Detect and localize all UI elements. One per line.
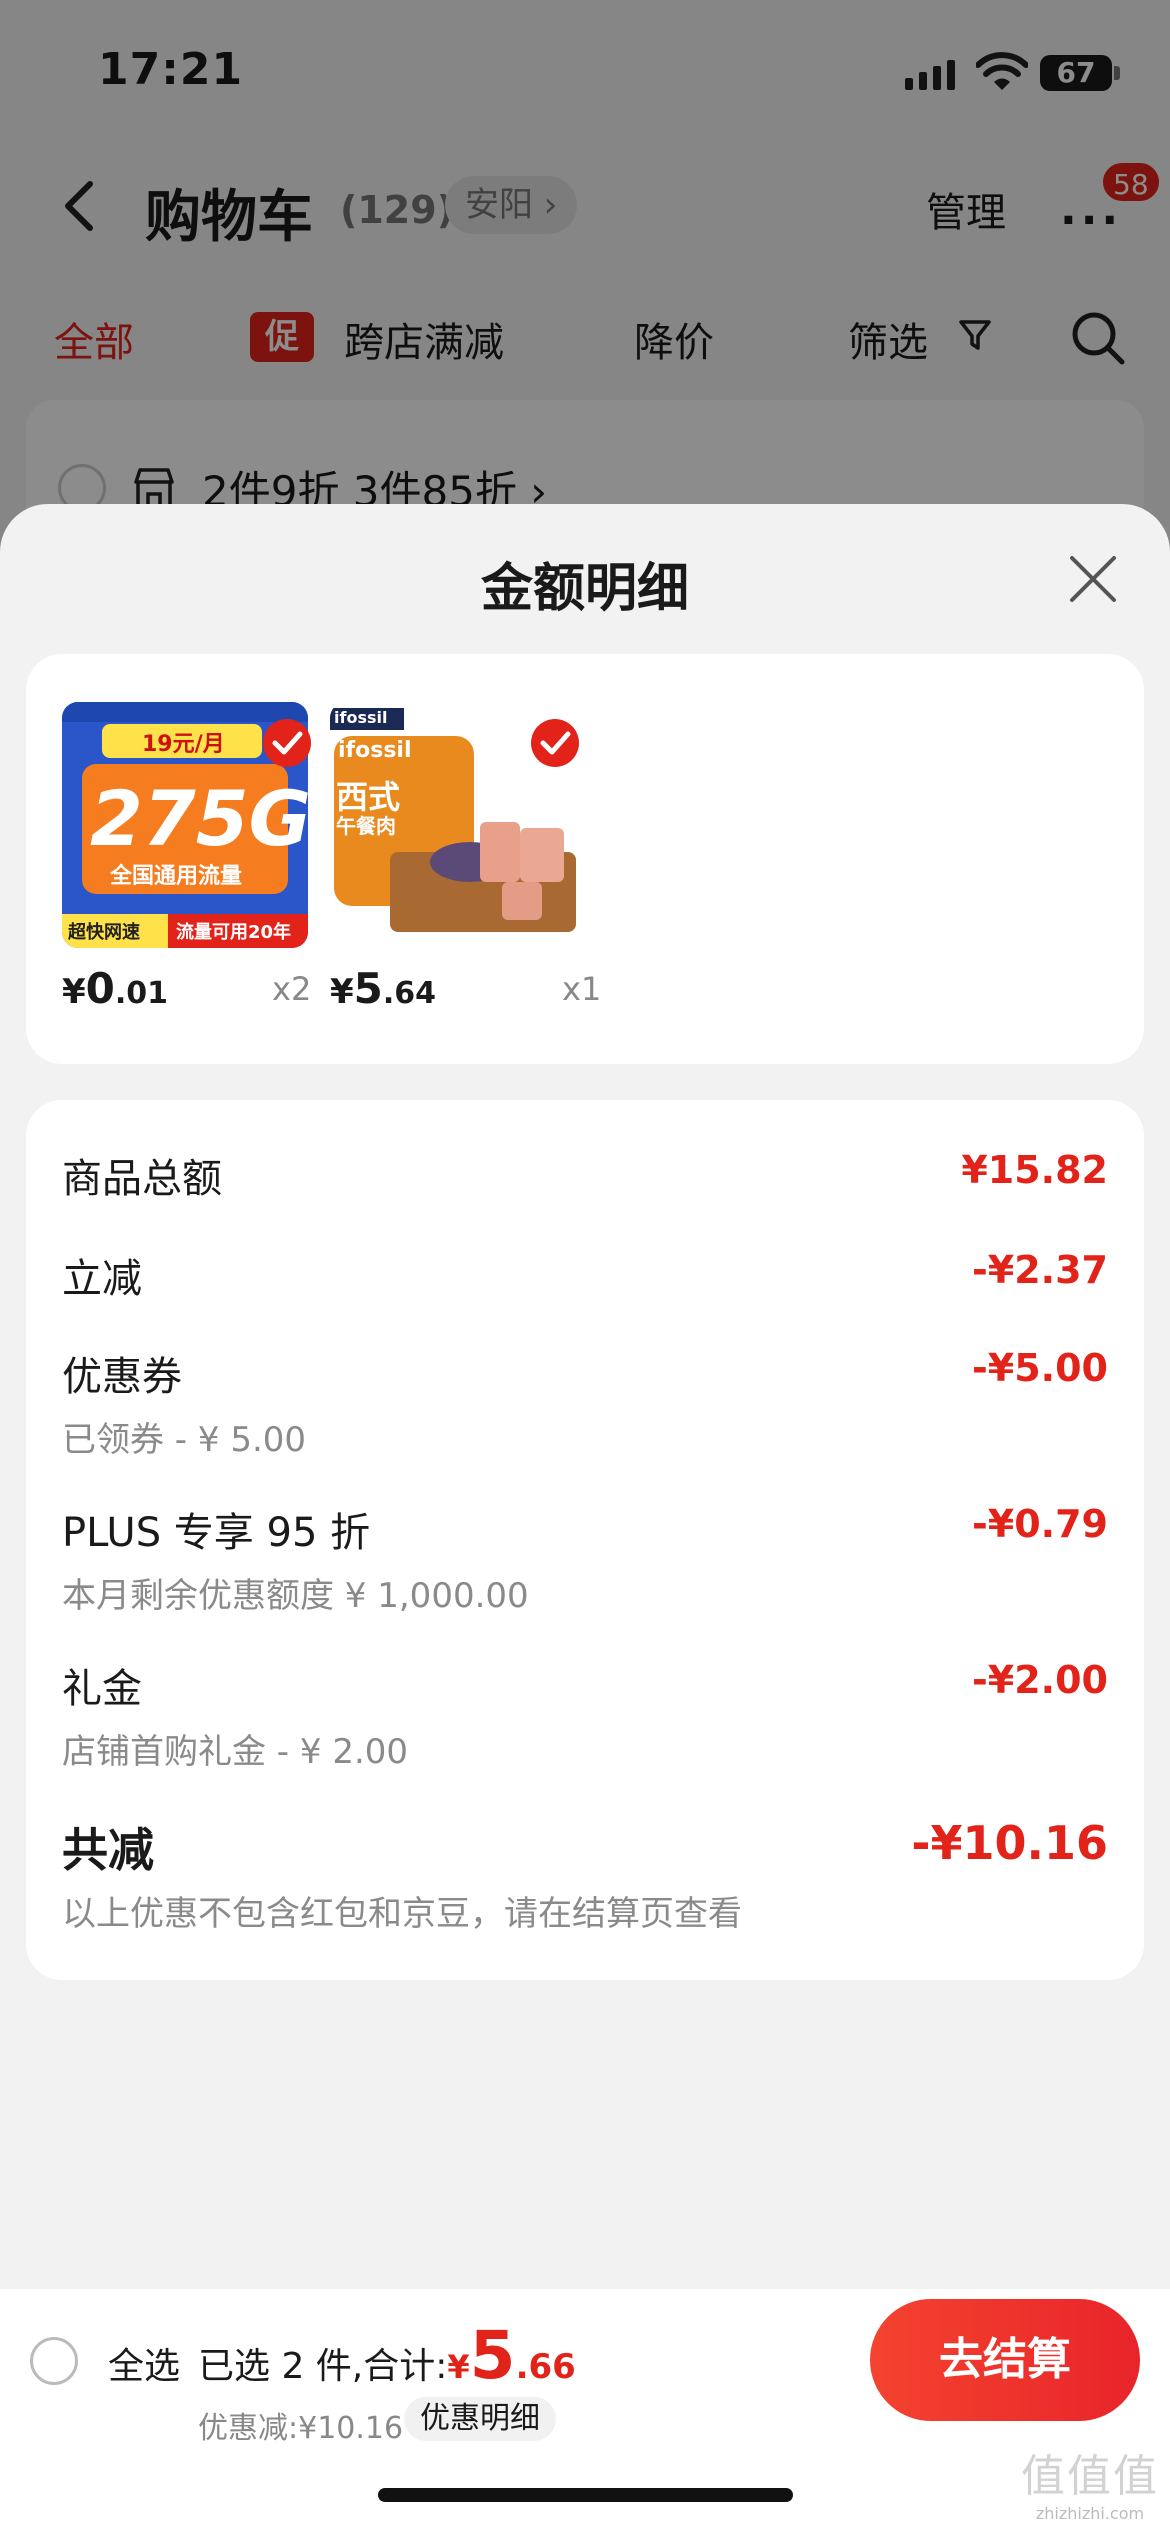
row-value-instant-discount: -¥2.37	[972, 1248, 1108, 1292]
total-decimal: .66	[515, 2347, 576, 2387]
sim-sub-text: 全国通用流量	[110, 864, 243, 889]
checkout-button[interactable]: 去结算	[870, 2299, 1140, 2421]
sim-price-band: 19元/月	[142, 732, 225, 757]
row-label-total-reduction: 共减	[62, 1823, 154, 1877]
brand-logo: ifossil	[334, 708, 388, 727]
row-label-subtotal: 商品总额	[62, 1156, 222, 1202]
product-price: ¥0.01	[62, 964, 169, 1013]
close-icon[interactable]	[1068, 554, 1118, 604]
select-all-label[interactable]: 全选	[108, 2337, 180, 2389]
total-integer: 5	[469, 2317, 516, 2394]
row-value-subtotal: ¥15.82	[961, 1148, 1108, 1192]
sheet-title: 金额明细	[480, 559, 689, 619]
row-label-gift: 礼金	[62, 1666, 142, 1712]
total-currency: ¥	[447, 2348, 470, 2386]
row-sub-total-note: 以上优惠不包含红包和京豆，请在结算页查看	[62, 1894, 742, 1934]
sim-left-tag: 超快网速	[68, 922, 140, 943]
amount-detail-card: 商品总额 ¥15.82 立减 -¥2.37 优惠券 -¥5.00 已领券 - ¥…	[26, 1100, 1144, 1980]
discount-detail-button[interactable]: 优惠明细	[404, 2397, 556, 2441]
row-label-plus: PLUS 专享 95 折	[62, 1510, 371, 1556]
checked-icon[interactable]	[530, 718, 580, 768]
discount-amount: 优惠减:¥10.16	[198, 2411, 404, 2446]
watermark: 值值值 zhizhizhi.com	[1021, 2451, 1159, 2523]
cart-total-summary: 已选 2 件,合计:¥5.66	[198, 2317, 576, 2394]
summary-prefix: 已选 2 件,合计:	[198, 2346, 448, 2387]
products-card: 19元/月 275G 全国通用流量 超快网速 流量可用20年 ¥0.01 x2	[26, 654, 1144, 1064]
row-value-coupon: -¥5.00	[972, 1346, 1108, 1390]
row-sub-gift: 店铺首购礼金 - ¥ 2.00	[62, 1732, 409, 1772]
can-label-2: 午餐肉	[336, 814, 396, 838]
home-indicator	[378, 2488, 793, 2502]
row-sub-coupon: 已领券 - ¥ 5.00	[62, 1420, 307, 1460]
row-label-instant-discount: 立减	[62, 1256, 142, 1302]
row-value-total-reduction: -¥10.16	[911, 1816, 1108, 1870]
checked-icon[interactable]	[262, 718, 312, 768]
sim-data-amount: 275G	[90, 774, 308, 863]
row-label-coupon: 优惠券	[62, 1354, 182, 1400]
product-price: ¥5.64	[330, 964, 437, 1013]
select-all-radio[interactable]	[30, 2337, 78, 2385]
amount-detail-sheet: 金额明细 19元/月 275G 全国通用流量 超快网速 流量可用20年 ¥0.0…	[0, 504, 1170, 2289]
sim-right-tag: 流量可用20年	[176, 922, 292, 943]
row-sub-plus: 本月剩余优惠额度 ¥ 1,000.00	[62, 1576, 529, 1616]
row-value-plus: -¥0.79	[972, 1502, 1108, 1546]
product-quantity: x2	[272, 970, 312, 1008]
can-brand: ifossil	[338, 738, 412, 763]
product-quantity: x1	[562, 970, 602, 1008]
row-value-gift: -¥2.00	[972, 1658, 1108, 1702]
